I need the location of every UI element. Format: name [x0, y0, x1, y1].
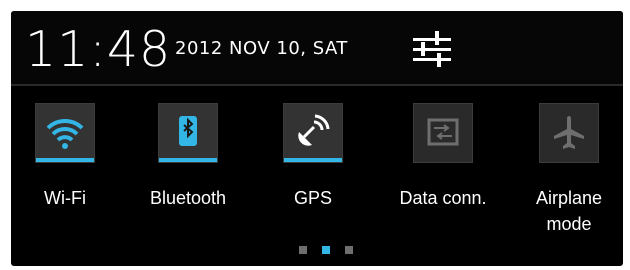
airplane-mode-toggle[interactable]: Airplane mode: [515, 103, 623, 243]
status-header: 11:48 2012 NOV 10, SAT: [11, 11, 623, 85]
settings-button[interactable]: [407, 25, 457, 75]
airplane-mode-label: Airplane mode: [535, 188, 603, 234]
data-connection-toggle[interactable]: Data conn.: [389, 103, 497, 243]
data-connection-label: Data conn.: [399, 188, 487, 208]
wifi-active-bar: [36, 158, 94, 162]
gps-active-bar: [284, 158, 342, 162]
page-dot-active: [322, 246, 330, 254]
bluetooth-active-bar: [159, 158, 217, 162]
gps-satellite-icon: [298, 114, 330, 146]
wifi-icon: [46, 118, 84, 149]
wifi-label: Wi-Fi: [44, 188, 86, 208]
wifi-tile: [35, 103, 95, 163]
settings-sliders-icon: [413, 31, 451, 67]
header-divider: [11, 84, 623, 86]
bluetooth-label: Bluetooth: [149, 188, 227, 208]
wifi-toggle[interactable]: Wi-Fi: [11, 103, 119, 243]
bluetooth-toggle[interactable]: Bluetooth: [134, 103, 242, 243]
quick-settings-panel: 11:48 2012 NOV 10, SAT Wi-Fi Bluetooth G…: [11, 11, 623, 266]
data-connection-icon: [427, 118, 459, 146]
airplane-icon: [554, 116, 584, 149]
gps-label: GPS: [293, 188, 332, 208]
bluetooth-tile: [158, 103, 218, 163]
airplane-mode-tile: [539, 103, 599, 163]
date-label: 2012 NOV 10, SAT: [175, 38, 348, 59]
page-dot: [299, 246, 307, 254]
toggle-row: Wi-Fi Bluetooth GPS Data conn. Airplane …: [11, 103, 623, 234]
page-dot: [345, 246, 353, 254]
gps-toggle[interactable]: GPS: [259, 103, 367, 243]
clock: 11:48: [25, 21, 172, 78]
gps-tile: [283, 103, 343, 163]
page-indicator: [293, 246, 363, 256]
bluetooth-icon: [179, 116, 197, 146]
data-connection-tile: [413, 103, 473, 163]
